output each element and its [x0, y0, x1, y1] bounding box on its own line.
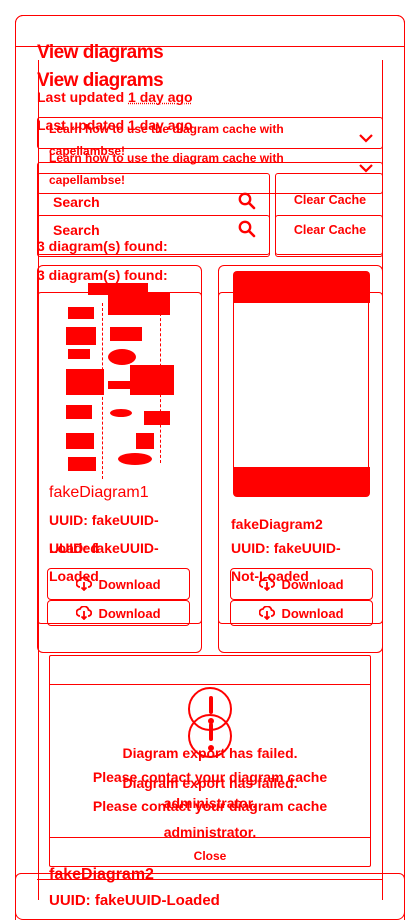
download-label: Download	[98, 605, 161, 621]
preview-shape	[66, 327, 96, 345]
preview-shape	[136, 433, 154, 449]
cloud-download-icon	[76, 606, 93, 620]
error-dialog-title: Diagram export has failed.	[122, 745, 298, 761]
clear-cache-label: Clear Cache	[293, 223, 367, 237]
preview-connector	[160, 313, 161, 463]
cloud-download-icon	[259, 577, 276, 591]
preview-footer-bar	[233, 467, 370, 497]
preview-shape	[68, 307, 94, 319]
preview-shape	[108, 349, 136, 365]
error-dialog-footer-line	[49, 837, 371, 838]
preview-shape	[68, 349, 90, 359]
download-button-1[interactable]: Download	[47, 600, 190, 626]
chevron-down-icon[interactable]	[358, 130, 374, 148]
preview-shape	[66, 405, 92, 419]
download-label: Download	[281, 605, 344, 621]
diagram-name-3: fakeDiagram2	[49, 866, 154, 883]
last-updated-prefix: Last updated	[37, 89, 125, 105]
preview-shape	[68, 457, 96, 471]
preview-shape	[110, 327, 142, 341]
download-button-2[interactable]: Download	[230, 600, 373, 626]
search-icon	[238, 192, 256, 210]
preview-shape	[108, 293, 170, 315]
cloud-download-icon	[76, 577, 93, 591]
error-dialog-header-line	[49, 684, 371, 685]
last-updated-ago[interactable]: 1 day ago	[128, 89, 193, 105]
cloud-download-icon	[259, 606, 276, 620]
diagram-name-1: fakeDiagram1	[49, 484, 149, 501]
preview-border	[368, 301, 369, 471]
preview-shape	[110, 409, 132, 417]
preview-shape	[144, 411, 170, 425]
download-label: Download	[281, 576, 344, 592]
diagram-uuid-3: UUID: fakeUUID-Loaded	[49, 892, 220, 909]
diagram-preview-2-placeholder[interactable]	[233, 271, 370, 499]
preview-header-bar	[233, 271, 370, 303]
download-label: Download	[98, 576, 161, 592]
diagram-preview-1[interactable]	[66, 283, 174, 479]
page-title-ghost: View diagrams	[37, 42, 164, 63]
preview-shape	[118, 453, 152, 465]
preview-border	[233, 301, 234, 471]
search-input[interactable]: Search	[53, 222, 100, 238]
clear-cache-label-ghost: Clear Cache	[293, 193, 367, 207]
download-button-1-ghost: Download	[47, 568, 190, 600]
preview-shape	[130, 365, 174, 395]
preview-shape	[66, 433, 94, 449]
preview-shape	[66, 369, 104, 395]
search-icon[interactable]	[238, 220, 256, 238]
preview-connector	[102, 303, 103, 479]
diagrams-found-count: 3 diagram(s) found:	[37, 238, 168, 254]
preview-shape	[108, 381, 138, 389]
last-updated: Last updated 1 day ago	[37, 89, 193, 105]
search-input-ghost: Search	[53, 194, 100, 210]
close-button[interactable]: Close	[49, 849, 371, 863]
download-button-2-ghost: Download	[230, 568, 373, 600]
